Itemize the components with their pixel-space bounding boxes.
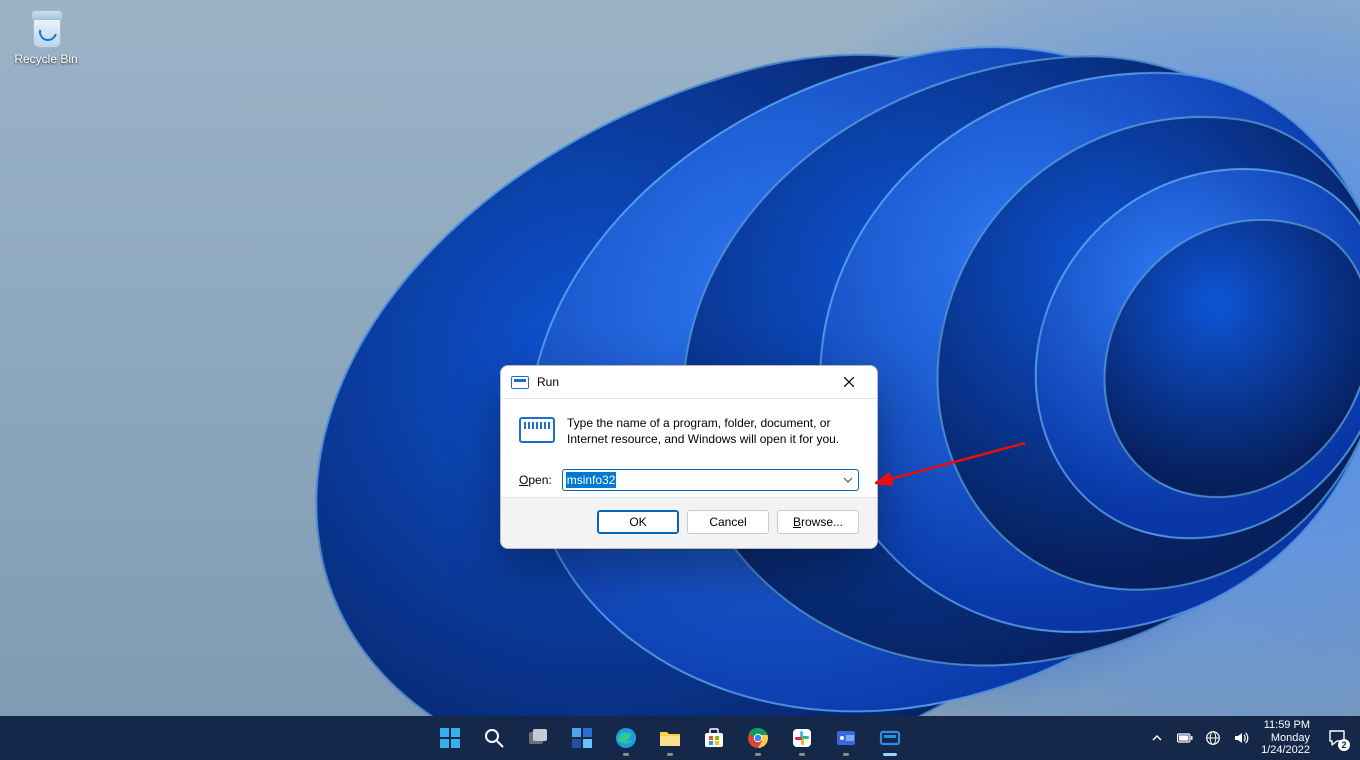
network-indicator[interactable] [1205, 730, 1221, 746]
open-combobox[interactable]: msinfo32 [562, 469, 859, 491]
taskbar-app-edge[interactable] [606, 718, 646, 758]
run-dialog-description: Type the name of a program, folder, docu… [567, 415, 859, 447]
cancel-button[interactable]: Cancel [687, 510, 769, 534]
taskbar-app-chrome[interactable] [738, 718, 778, 758]
search-icon [482, 726, 506, 750]
desktop-icon-recycle-bin[interactable]: Recycle Bin [6, 6, 86, 66]
system-tray: 11:59 PM Monday 1/24/2022 2 [1149, 719, 1360, 757]
battery-indicator[interactable] [1177, 730, 1193, 746]
run-dialog-title: Run [537, 375, 559, 389]
taskbar-app-generic1[interactable] [826, 718, 866, 758]
battery-icon [1177, 732, 1193, 744]
task-view-icon [526, 726, 550, 750]
taskbar-app-explorer[interactable] [650, 718, 690, 758]
search-button[interactable] [474, 718, 514, 758]
taskbar: 11:59 PM Monday 1/24/2022 2 [0, 716, 1360, 760]
tray-overflow-button[interactable] [1149, 730, 1165, 746]
desktop-icon-label: Recycle Bin [6, 52, 86, 66]
run-app-icon [878, 726, 902, 750]
open-input[interactable] [562, 469, 859, 491]
start-button[interactable] [430, 718, 470, 758]
microsoft-store-icon [702, 726, 726, 750]
volume-indicator[interactable] [1233, 730, 1249, 746]
browse-button[interactable]: Browse... [777, 510, 859, 534]
taskbar-app-run[interactable] [870, 718, 910, 758]
run-dialog-icon [519, 417, 555, 443]
widgets-icon [570, 726, 594, 750]
taskbar-clock[interactable]: 11:59 PM Monday 1/24/2022 [1261, 719, 1310, 757]
run-dialog: Run Type the name of a program, folder, … [500, 365, 878, 549]
close-button[interactable] [827, 368, 871, 396]
clock-date: 1/24/2022 [1261, 744, 1310, 757]
globe-icon [1205, 730, 1221, 746]
clock-time: 11:59 PM [1261, 719, 1310, 732]
close-icon [844, 377, 854, 387]
task-view-button[interactable] [518, 718, 558, 758]
chrome-icon [746, 726, 770, 750]
taskbar-app-slack[interactable] [782, 718, 822, 758]
ok-button[interactable]: OK [597, 510, 679, 534]
file-explorer-icon [658, 726, 682, 750]
taskbar-app-store[interactable] [694, 718, 734, 758]
speaker-icon [1233, 730, 1249, 746]
open-label: Open: [519, 473, 552, 487]
widgets-button[interactable] [562, 718, 602, 758]
windows-logo-icon [438, 726, 462, 750]
app-icon [834, 726, 858, 750]
run-dialog-title-icon [511, 376, 529, 389]
clock-day: Monday [1261, 732, 1310, 745]
slack-icon [790, 726, 814, 750]
notification-center-button[interactable]: 2 [1322, 723, 1352, 753]
notification-badge: 2 [1338, 739, 1350, 751]
edge-icon [614, 726, 638, 750]
desktop-wallpaper [0, 0, 1360, 720]
recycle-bin-icon [25, 6, 67, 48]
chevron-up-icon [1151, 732, 1163, 744]
taskbar-center [430, 718, 910, 758]
run-titlebar[interactable]: Run [501, 366, 877, 399]
